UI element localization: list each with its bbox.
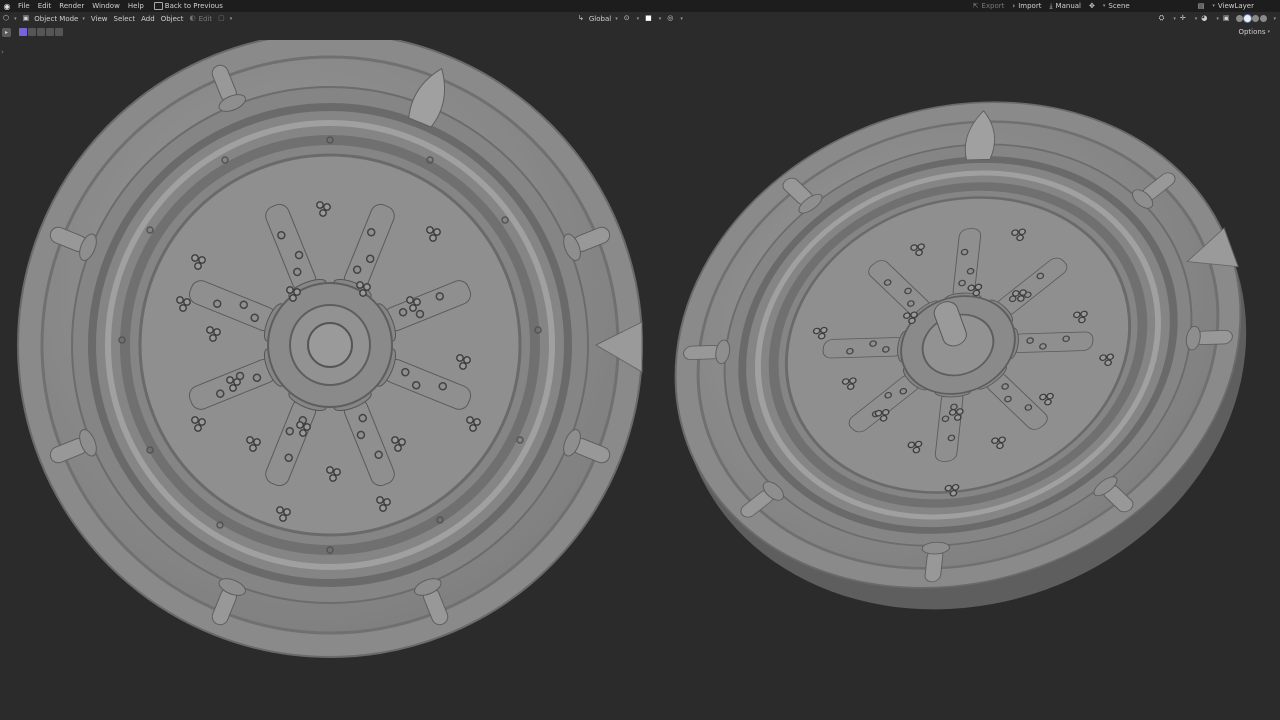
- export-label: Export: [981, 2, 1005, 10]
- 3d-viewport-icon: ⬡: [3, 14, 10, 22]
- select-new-icon[interactable]: [19, 28, 27, 36]
- select-intersect-icon[interactable]: [55, 28, 63, 36]
- viewlayer-selector[interactable]: ▤ ▾ ViewLayer: [1194, 0, 1258, 12]
- scene-icon: ✥: [1088, 1, 1095, 10]
- edit-label: Edit: [198, 14, 213, 23]
- menu-window[interactable]: Window: [88, 0, 124, 12]
- menu-help[interactable]: Help: [124, 0, 148, 12]
- select-invert-icon[interactable]: [46, 28, 54, 36]
- snap-settings-button[interactable]: ▢ ▾: [215, 12, 235, 25]
- chevron-down-icon: ▾: [14, 15, 17, 22]
- export-icon: ⇱: [972, 1, 979, 10]
- window-icon: [153, 2, 163, 10]
- download-icon: ⤓: [1049, 1, 1053, 10]
- edit-icon: ◐: [189, 14, 196, 22]
- object-mode-icon: ▣: [22, 14, 30, 22]
- select-tool-button[interactable]: ▸: [2, 27, 11, 37]
- chevron-down-icon[interactable]: ▾: [1216, 16, 1219, 22]
- manual-label: Manual: [1055, 2, 1081, 10]
- menu-view[interactable]: View: [88, 12, 111, 25]
- options-dropdown[interactable]: Options ▾: [1238, 26, 1270, 38]
- manual-button[interactable]: ⤓ Manual: [1045, 0, 1085, 12]
- chevron-down-icon[interactable]: ▾: [1273, 16, 1276, 22]
- editor-type-button[interactable]: ⬡ ▾: [0, 12, 20, 25]
- wheel-model-front[interactable]: [17, 32, 643, 658]
- menu-edit[interactable]: Edit: [34, 0, 56, 12]
- chevron-down-icon: ▾: [658, 15, 662, 22]
- snap-dropdown[interactable]: ■ ▾: [645, 15, 661, 22]
- snap-icon: ■: [645, 14, 652, 22]
- menu-object[interactable]: Object: [158, 12, 187, 25]
- visibility-icon[interactable]: ⛭: [1159, 15, 1165, 22]
- xray-icon[interactable]: ▣: [1223, 15, 1230, 22]
- back-to-previous-label: Back to Previous: [164, 2, 223, 10]
- scene-selector[interactable]: ✥ ▾ Scene: [1085, 0, 1134, 12]
- tool-header: ▸ Options ▾: [0, 26, 1280, 38]
- select-subtract-icon[interactable]: [37, 28, 45, 36]
- snap-box-icon: ▢: [218, 14, 225, 22]
- material-shading-icon[interactable]: [1252, 15, 1260, 22]
- pivot-dropdown[interactable]: ⊙ ▾: [624, 15, 639, 22]
- viewlayer-spacer: [1258, 0, 1280, 12]
- blender-logo-icon[interactable]: ◉: [0, 0, 14, 12]
- rendered-shading-icon[interactable]: [1260, 15, 1268, 22]
- edit-button[interactable]: ◐ Edit: [187, 12, 216, 25]
- proportional-edit-dropdown[interactable]: ◎ ▾: [667, 15, 683, 22]
- transform-tools: ↳ Global ▾ ⊙ ▾ ■ ▾ ◎ ▾: [578, 12, 683, 25]
- mode-label: Object Mode: [34, 14, 79, 23]
- chevron-down-icon: ▾: [636, 15, 640, 22]
- menu-file[interactable]: File: [14, 0, 34, 12]
- select-extend-icon[interactable]: [28, 28, 36, 36]
- menu-render[interactable]: Render: [55, 0, 88, 12]
- viewport-header: ⬡ ▾ ▣ Object Mode ▾ View Select Add Obje…: [0, 12, 1280, 25]
- viewport-canvas: [17, 32, 1280, 688]
- export-button[interactable]: ⇱ Export: [969, 0, 1009, 12]
- import-button[interactable]: › Import: [1008, 0, 1045, 12]
- selection-mode: [19, 28, 63, 36]
- proportional-edit-icon: ◎: [667, 14, 674, 22]
- wireframe-shading-icon[interactable]: [1236, 15, 1244, 22]
- orientation-dropdown[interactable]: ↳ Global ▾: [578, 15, 618, 23]
- options-label: Options: [1238, 28, 1266, 36]
- orientation-icon: ↳: [578, 14, 584, 22]
- orientation-label: Global: [588, 14, 612, 23]
- scene-label: Scene: [1108, 2, 1130, 10]
- viewlayer-icon: ▤: [1197, 1, 1205, 10]
- wheel-model-perspective[interactable]: [607, 40, 1280, 688]
- pivot-icon: ⊙: [623, 14, 630, 22]
- chevron-down-icon[interactable]: ▾: [1173, 16, 1176, 22]
- chevron-down-icon[interactable]: ▾: [1195, 16, 1198, 22]
- viewport-right-tools: ⛭ ▾ ✛ ▾ ◕ ▾ ▣ ▾: [1159, 12, 1276, 25]
- scene-spacer: [1134, 0, 1194, 12]
- chevron-down-icon: ▾: [1102, 3, 1106, 9]
- top-bar: ◉ File Edit Render Window Help Back to P…: [0, 0, 1280, 12]
- viewlayer-label: ViewLayer: [1217, 2, 1254, 10]
- chevron-down-icon: ▾: [82, 15, 85, 22]
- chevron-down-icon: ▾: [680, 15, 683, 22]
- chevron-down-icon: ▾: [1267, 29, 1270, 35]
- cursor-icon: ▸: [4, 28, 8, 36]
- shading-modes: [1236, 15, 1268, 22]
- back-to-previous-button[interactable]: Back to Previous: [148, 0, 227, 12]
- import-label: Import: [1018, 2, 1042, 10]
- overlays-icon[interactable]: ◕: [1201, 15, 1207, 22]
- chevron-down-icon: ▾: [615, 15, 618, 22]
- menu-select[interactable]: Select: [111, 12, 139, 25]
- 3d-viewport[interactable]: [0, 32, 1280, 720]
- chevron-down-icon: ▾: [229, 15, 233, 22]
- menu-add[interactable]: Add: [138, 12, 158, 25]
- solid-shading-icon[interactable]: [1244, 15, 1252, 22]
- mode-dropdown[interactable]: ▣ Object Mode ▾: [20, 12, 88, 25]
- gizmo-icon[interactable]: ✛: [1180, 15, 1186, 22]
- chevron-right-icon: ›: [1012, 1, 1016, 10]
- chevron-down-icon: ▾: [1212, 3, 1215, 9]
